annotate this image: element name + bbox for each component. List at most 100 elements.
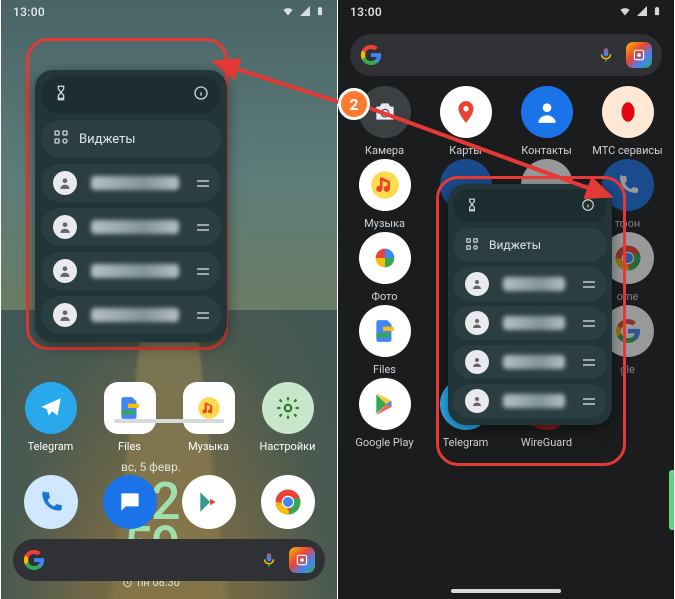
app-music[interactable]: Музыка [174,382,244,453]
app-contacts[interactable]: Контакты [508,86,586,157]
contact-name-blurred [91,308,179,322]
contact-name-blurred [503,277,565,291]
popup-contact-1[interactable] [453,267,607,301]
google-g-icon [360,44,382,66]
avatar-icon [53,259,77,283]
home-app-row: Telegram Files Музыка Настройки [1,382,337,453]
app-mts[interactable]: МТС сервисы [589,86,667,157]
wifi-icon [618,5,632,20]
status-bar: 13:00 [338,0,674,24]
avatar-icon [465,311,489,335]
widgets-button[interactable]: Виджеты [41,120,221,158]
popup-contact-1[interactable] [41,164,221,202]
app-maps[interactable]: Карты [427,86,505,157]
hourglass-icon[interactable] [53,85,69,105]
drag-handle-icon[interactable] [583,359,595,366]
mic-icon[interactable] [596,45,616,65]
hourglass-icon[interactable] [465,198,479,215]
dock-chrome[interactable] [261,475,315,529]
app-files[interactable]: Files [95,382,165,453]
chrome-icon [273,487,303,517]
app-telegram[interactable]: Telegram [16,382,86,453]
popup-contact-2[interactable] [453,306,607,340]
nav-indicator[interactable] [114,419,224,423]
phone-left-homescreen: 13:00 [1,0,337,599]
mts-icon [615,99,641,125]
longpress-popup-left: Виджеты [35,70,227,342]
drag-handle-icon[interactable] [583,320,595,327]
maps-icon [453,99,479,125]
app-google-play[interactable]: Google Play [346,378,424,449]
mic-icon[interactable] [259,550,279,570]
status-icons [281,4,325,21]
files-icon [372,318,398,344]
app-label: Карты [449,144,482,157]
lens-icon[interactable] [289,547,315,573]
avatar-icon [53,303,77,327]
popup-contact-3[interactable] [453,345,607,379]
app-files-drawer[interactable]: Files [346,305,424,376]
drag-handle-icon[interactable] [197,312,209,319]
nav-indicator[interactable] [451,589,561,593]
gear-icon [275,395,301,421]
dock-play[interactable] [182,475,236,529]
widgets-button[interactable]: Виджеты [453,228,607,262]
drag-handle-icon[interactable] [583,398,595,405]
yandex-music-icon [370,170,400,200]
contact-name-blurred [503,316,565,330]
app-label: Контакты [521,144,572,157]
avatar-icon [53,171,77,195]
contact-name-blurred [503,355,565,369]
camera-icon [372,99,398,125]
chrome-icon [613,243,643,273]
app-label: Google Play [355,436,413,449]
screenshot-pair: 13:00 [0,0,675,599]
popup-contact-4[interactable] [453,384,607,418]
dock-messages[interactable] [103,475,157,529]
drag-handle-icon[interactable] [197,224,209,231]
app-settings[interactable]: Настройки [253,382,323,453]
edge-indicator [669,470,674,530]
app-label: МТС сервисы [592,144,662,157]
google-search-bar[interactable] [13,539,325,581]
info-icon[interactable] [193,85,209,105]
google-g-icon [23,549,45,571]
app-label: Files [118,440,141,453]
popup-contact-3[interactable] [41,252,221,290]
lens-icon[interactable] [626,42,652,68]
app-drawer-search[interactable] [350,34,662,76]
avatar-icon [465,350,489,374]
home-dock [1,475,337,529]
app-label: Фото [372,290,398,303]
annotation-step-badge: 2 [338,88,370,120]
drag-handle-icon[interactable] [197,268,209,275]
contact-name-blurred [91,220,179,234]
app-music-drawer[interactable]: Музыка [346,159,424,230]
play-store-icon [196,489,222,515]
app-photos[interactable]: Фото [346,232,424,303]
popup-contact-2[interactable] [41,208,221,246]
app-label: Настройки [260,440,316,453]
signal-icon [299,5,311,20]
app-label: Files [373,363,396,376]
drag-handle-icon[interactable] [197,180,209,187]
app-label: тфон [615,217,640,230]
avatar-icon [53,215,77,239]
widgets-icon [465,237,479,254]
popup-contact-4[interactable] [41,296,221,334]
battery-icon [315,4,325,21]
google-g-icon [615,318,641,344]
status-bar: 13:00 [1,0,337,24]
info-icon[interactable] [581,198,595,215]
drag-handle-icon[interactable] [583,281,595,288]
popup-top-row [41,76,221,114]
dock-phone[interactable] [24,475,78,529]
widgets-icon [53,129,69,149]
app-label: Telegram [443,436,489,449]
longpress-popup-right: Виджеты [448,184,612,425]
status-time: 13:00 [350,5,382,19]
battery-icon [652,4,662,21]
phone-right-app-drawer: 13:00 [338,0,674,599]
photos-icon [371,244,399,272]
app-label: gle [620,363,635,376]
